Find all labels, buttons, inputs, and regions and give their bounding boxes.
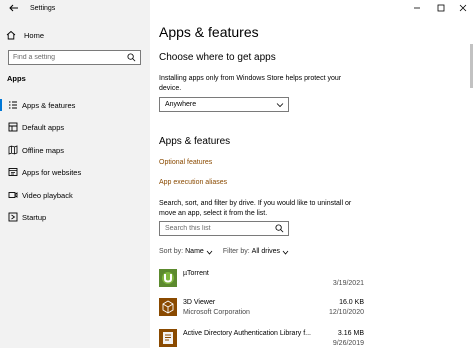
- apps-websites-icon: [8, 168, 18, 176]
- app-install-date: 12/10/2020: [328, 309, 364, 316]
- choose-description-line2: device.: [159, 85, 182, 92]
- apps-list-icon: [9, 101, 17, 109]
- app-name: 3D Viewer: [183, 299, 216, 306]
- settings-search-input[interactable]: [9, 51, 124, 64]
- page-title: Apps & features: [159, 24, 259, 40]
- window-title: Settings: [30, 5, 56, 12]
- default-apps-icon: [8, 122, 18, 132]
- sidebar-item-apps-for-websites[interactable]: Apps for websites: [0, 164, 150, 180]
- apps-description-line2: move an app, select it from the list.: [159, 210, 268, 217]
- app-name: Active Directory Authentication Library …: [183, 330, 311, 337]
- app-list-item[interactable]: µTorrent 3/19/2021: [159, 269, 364, 293]
- maximize-button[interactable]: [430, 0, 452, 16]
- app-size: 16.0 KB: [339, 299, 364, 306]
- apps-features-heading: Apps & features: [159, 136, 231, 147]
- sidebar-item-apps-features[interactable]: Apps & features: [0, 97, 150, 113]
- apps-description-line1: Search, sort, and filter by drive. If yo…: [159, 200, 352, 207]
- app-list-search-box[interactable]: [159, 221, 289, 236]
- close-icon: [459, 4, 467, 12]
- sidebar-item-default-apps[interactable]: Default apps: [0, 119, 150, 135]
- choose-description-line1: Installing apps only from Windows Store …: [159, 75, 342, 82]
- app-size: 3.16 MB: [337, 330, 364, 337]
- sidebar-item-offline-maps[interactable]: Offline maps: [0, 142, 150, 158]
- sidebar-section-title: Apps: [7, 74, 26, 83]
- sidebar-item-video-playback[interactable]: Video playback: [0, 187, 150, 203]
- sidebar-item-label: Startup: [22, 212, 47, 222]
- sidebar-item-label: Apps & features: [22, 100, 76, 110]
- app-publisher: Microsoft Corporation: [183, 309, 250, 316]
- 3d-viewer-icon: [159, 298, 177, 316]
- sidebar-item-label: Video playback: [22, 190, 73, 200]
- app-execution-aliases-link[interactable]: App execution aliases: [159, 179, 227, 186]
- optional-features-link[interactable]: Optional features: [159, 159, 212, 166]
- home-icon: [6, 30, 16, 40]
- filter-dropdown[interactable]: All drives: [252, 248, 280, 255]
- utorrent-icon: [159, 269, 177, 287]
- startup-icon: [8, 212, 18, 222]
- app-list-search-input[interactable]: [160, 222, 270, 235]
- sidebar-item-label: Offline maps: [22, 145, 64, 155]
- minimize-button[interactable]: [406, 0, 428, 16]
- installer-icon: [159, 329, 177, 347]
- choose-where-heading: Choose where to get apps: [159, 52, 276, 63]
- chevron-down-icon[interactable]: [282, 250, 289, 255]
- home-label: Home: [24, 30, 45, 40]
- close-button[interactable]: [452, 0, 474, 16]
- app-install-date: 3/19/2021: [332, 280, 364, 287]
- minimize-icon: [414, 7, 420, 9]
- app-install-date: 9/26/2019: [332, 340, 364, 347]
- back-arrow-icon[interactable]: [8, 2, 20, 14]
- search-icon[interactable]: [275, 224, 284, 233]
- home-nav-item[interactable]: Home: [6, 29, 44, 41]
- sort-filter-bar: Sort by: Name Filter by: All drives: [159, 248, 299, 255]
- app-name: µTorrent: [183, 270, 209, 277]
- video-icon: [8, 192, 18, 198]
- scrollbar[interactable]: [470, 44, 473, 88]
- sort-label: Sort by:: [159, 248, 184, 255]
- sidebar-item-label: Apps for websites: [22, 167, 82, 177]
- search-icon[interactable]: [127, 53, 136, 62]
- app-list-item[interactable]: Active Directory Authentication Library …: [159, 329, 364, 348]
- filter-label: Filter by:: [222, 248, 250, 255]
- dropdown-selected-value: Anywhere: [165, 101, 197, 108]
- chevron-down-icon: [276, 103, 284, 108]
- sidebar-item-startup[interactable]: Startup: [0, 209, 150, 225]
- chevron-down-icon[interactable]: [206, 250, 213, 255]
- maximize-icon: [437, 4, 445, 12]
- map-icon: [8, 145, 18, 155]
- sidebar-item-label: Default apps: [22, 122, 65, 132]
- main-content: Apps & features Choose where to get apps…: [150, 0, 474, 348]
- sidebar: Settings Home Apps Apps & features Defau…: [0, 0, 150, 348]
- selection-indicator: [0, 99, 2, 111]
- app-list-item[interactable]: 3D Viewer Microsoft Corporation 16.0 KB …: [159, 298, 364, 322]
- settings-search-box[interactable]: [8, 50, 141, 65]
- sort-dropdown[interactable]: Name: [185, 248, 204, 255]
- app-source-dropdown[interactable]: Anywhere: [159, 97, 289, 112]
